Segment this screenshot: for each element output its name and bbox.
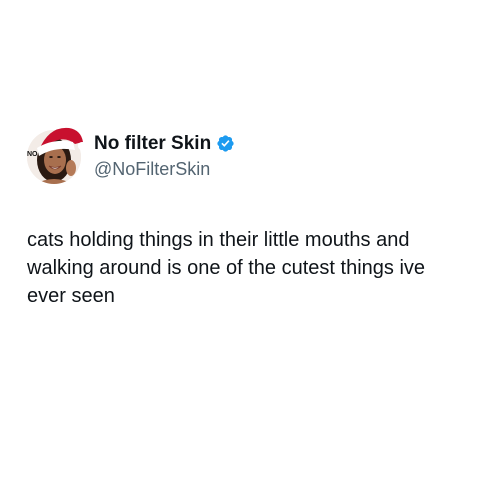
avatar[interactable]: NO [27, 127, 86, 184]
verified-badge-icon [217, 135, 234, 152]
author-info: No filter Skin @NoFilterSkin [94, 132, 235, 181]
display-name[interactable]: No filter Skin [94, 133, 211, 155]
tweet-header: NO No filter Skin @NoFilterSkin [27, 127, 235, 184]
santa-hat-icon [37, 127, 86, 156]
tweet-card: NO No filter Skin @NoFilterSkin cats hol… [0, 0, 500, 500]
avatar-logo-text: NO [27, 151, 38, 158]
name-row: No filter Skin [94, 132, 235, 156]
handle[interactable]: @NoFilterSkin [94, 157, 235, 181]
tweet-text-line: cats holding things in their little mout… [27, 229, 410, 251]
tweet-text-line: ever seen [27, 285, 115, 307]
tweet-text-line: walking around is one of the cutest thin… [27, 257, 426, 279]
tweet-text: cats holding things in their little mout… [27, 226, 477, 310]
